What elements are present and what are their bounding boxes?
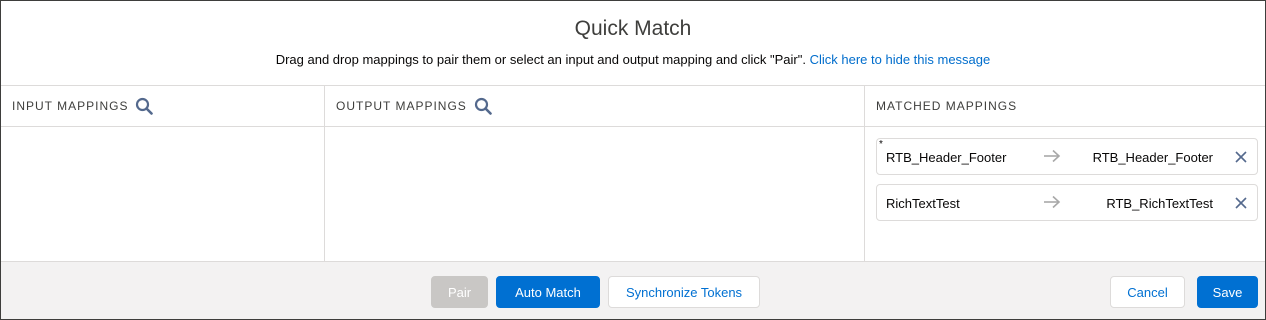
matched-mappings-column: MATCHED MAPPINGS * RTB_Header_Footer RTB… [865,86,1265,261]
arrow-right-icon [1043,195,1061,212]
matched-input-name: RTB_Header_Footer [886,150,1007,165]
pair-button[interactable]: Pair [431,276,488,308]
cancel-button[interactable]: Cancel [1110,276,1185,308]
modal-title: Quick Match [574,17,692,40]
input-mappings-label: INPUT MAPPINGS [12,99,129,113]
matched-mappings-label: MATCHED MAPPINGS [876,99,1018,113]
save-button[interactable]: Save [1197,276,1258,308]
modified-marker: * [879,139,883,150]
matched-input-name: RichTextTest [886,196,960,211]
arrow-right-icon [1043,149,1061,166]
auto-match-button[interactable]: Auto Match [496,276,600,308]
output-mappings-header: OUTPUT MAPPINGS [325,86,864,127]
quick-match-modal: Quick Match Drag and drop mappings to pa… [0,0,1266,320]
hide-message-link[interactable]: Click here to hide this message [810,52,991,67]
matched-output-name: RTB_Header_Footer [1092,150,1213,165]
instruction-message: Drag and drop mappings to pair them or s… [1,52,1265,67]
matched-mappings-header: MATCHED MAPPINGS [865,86,1265,127]
output-mappings-label: OUTPUT MAPPINGS [336,99,467,113]
output-mappings-column: OUTPUT MAPPINGS [325,86,865,261]
matched-mapping-row[interactable]: RichTextTest RTB_RichTextTest [876,184,1258,221]
modal-footer: Pair Auto Match Synchronize Tokens Cance… [1,261,1265,319]
input-mappings-column: INPUT MAPPINGS [1,86,325,261]
close-icon[interactable] [1233,149,1249,165]
modal-header: Quick Match Drag and drop mappings to pa… [1,1,1265,86]
input-mappings-header: INPUT MAPPINGS [1,86,324,127]
close-icon[interactable] [1233,195,1249,211]
synchronize-tokens-button[interactable]: Synchronize Tokens [608,276,760,308]
search-icon[interactable] [472,95,494,117]
matched-mapping-row[interactable]: * RTB_Header_Footer RTB_Header_Footer [876,138,1258,175]
search-icon[interactable] [133,95,155,117]
matched-output-name: RTB_RichTextTest [1106,196,1213,211]
instruction-text: Drag and drop mappings to pair them or s… [275,52,806,67]
